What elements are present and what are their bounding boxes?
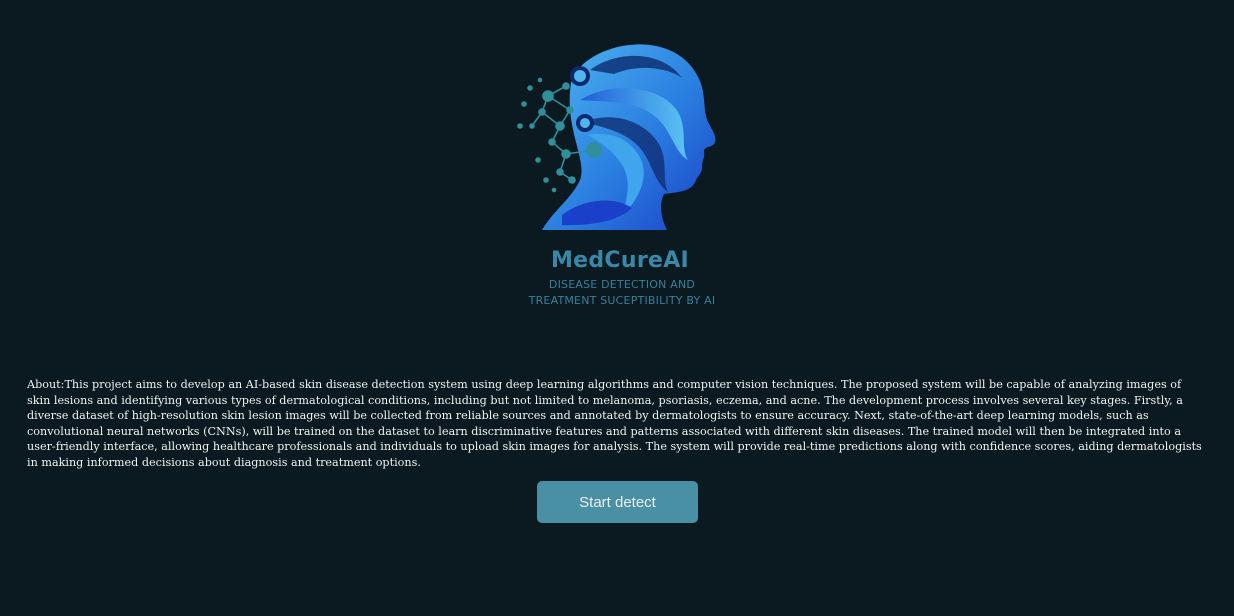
- medcureai-logo-icon: [502, 30, 742, 250]
- brand-name: MedCureAI: [550, 248, 690, 273]
- brand-tagline-line2: TREATMENT SUCEPTIBILITY BY AI: [528, 294, 716, 307]
- landing-page: MedCureAI DISEASE DETECTION AND TREATMEN…: [0, 0, 1234, 616]
- start-detect-button[interactable]: Start detect: [537, 481, 698, 523]
- about-paragraph: About:This project aims to develop an AI…: [27, 378, 1202, 469]
- brand-tagline-line1: DISEASE DETECTION AND: [548, 278, 696, 291]
